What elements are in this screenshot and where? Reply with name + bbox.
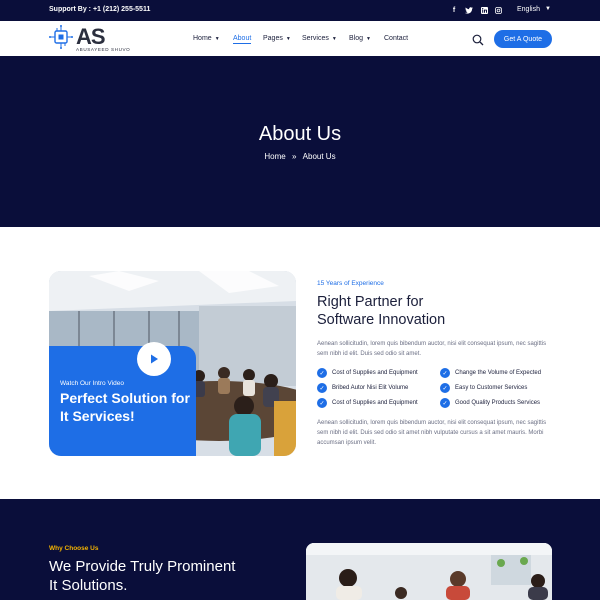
nav-item-home[interactable]: Home ▼ (193, 35, 220, 42)
team-office-illustration (306, 543, 552, 600)
logo-letters: AS (76, 25, 105, 49)
play-icon (151, 354, 158, 364)
video-card-title: Perfect Solution for It Services! (60, 390, 190, 424)
page-hero: About Us Home » About Us (0, 56, 600, 227)
feature-item: ✓ Cost of Supplies and Equipment (317, 368, 418, 378)
page-title: About Us (258, 123, 342, 145)
why-title-line: It Solutions. (49, 577, 128, 594)
breadcrumb-current: About Us (302, 152, 336, 161)
breadcrumb-separator: » (291, 152, 297, 161)
nav-item-label: About (233, 35, 252, 42)
nav-item-label: Pages (263, 35, 283, 42)
nav-item-services[interactable]: Services ▼ (302, 35, 337, 42)
section-heading-line: Right Partner for (317, 294, 424, 310)
facebook-icon[interactable]: f (449, 5, 459, 15)
check-icon: ✓ (440, 383, 450, 393)
breadcrumb: Home » About Us (0, 152, 600, 161)
feature-item: ✓ Cost of Supplies and Equipment (317, 398, 418, 408)
check-icon: ✓ (440, 398, 450, 408)
section-heading-line: Software Innovation (317, 312, 446, 328)
top-bar: Support By : +1 (212) 255-5511 f English… (0, 0, 600, 21)
check-icon: ✓ (317, 383, 327, 393)
why-choose-title: We Provide Truly Prominent It Solutions. (49, 557, 279, 595)
detail-paragraph: Aenean sollicitudin, lorem quis bibendum… (317, 420, 547, 446)
why-title-line: We Provide Truly Prominent (49, 558, 236, 575)
check-icon: ✓ (317, 368, 327, 378)
linkedin-icon[interactable] (479, 5, 489, 15)
feature-item: ✓ Change the Volume of Expected (440, 368, 541, 378)
nav-item-label: Contact (384, 35, 409, 42)
watch-video-label: Watch Our Intro Video (60, 380, 124, 387)
feature-label: Easy to Customer Services (455, 385, 528, 391)
nav-item-about[interactable]: About (233, 35, 252, 44)
feature-label: Change the Volume of Expected (455, 370, 542, 376)
feature-item: ✓ Bribed Autor Nisi Elit Volume (317, 383, 408, 393)
nav-item-pages[interactable]: Pages ▼ (263, 35, 291, 42)
nav-item-label: Services (302, 35, 329, 42)
twitter-icon[interactable] (464, 5, 474, 15)
instagram-icon[interactable] (493, 5, 503, 15)
feature-label: Cost of Supplies and Equipment (332, 370, 418, 376)
chevron-down-icon: ▼ (331, 36, 337, 42)
feature-item: ✓ Good Quality Products Services (440, 398, 540, 408)
circuit-logo-icon: AS ABUSAYEED SHUVO (49, 24, 130, 52)
breadcrumb-home-link[interactable]: Home (264, 152, 285, 161)
get-a-quote-button[interactable]: Get A Quote (494, 30, 552, 48)
logo-subtitle: ABUSAYEED SHUVO (76, 47, 130, 52)
experience-tag: 15 Years of Experience (317, 280, 384, 287)
feature-label: Good Quality Products Services (455, 400, 541, 406)
feature-item: ✓ Easy to Customer Services (440, 383, 527, 393)
intro-paragraph: Aenean sollicitudin, lorem quis bibendum… (317, 341, 547, 357)
check-icon: ✓ (440, 368, 450, 378)
main-navigation: AS ABUSAYEED SHUVO Home ▼ About Pages ▼ Se… (0, 21, 600, 56)
chevron-down-icon: ▼ (214, 36, 220, 42)
search-icon[interactable] (472, 33, 484, 46)
chevron-down-icon: ▼ (285, 36, 291, 42)
team-image (306, 543, 552, 600)
language-selector[interactable]: English (517, 6, 540, 13)
check-icon: ✓ (317, 398, 327, 408)
chevron-down-icon[interactable]: ▼ (545, 6, 551, 12)
nav-item-blog[interactable]: Blog ▼ (349, 35, 371, 42)
nav-item-label: Home (193, 35, 212, 42)
nav-item-contact[interactable]: Contact (384, 35, 408, 42)
section-heading: Right Partner for Software Innovation (317, 293, 517, 329)
why-choose-tag: Why Choose Us (49, 545, 99, 552)
site-logo[interactable]: AS ABUSAYEED SHUVO (49, 24, 139, 53)
support-phone: Support By : +1 (212) 255-5511 (49, 6, 151, 13)
feature-label: Cost of Supplies and Equipment (332, 400, 418, 406)
play-button[interactable] (137, 342, 171, 376)
nav-item-label: Blog (349, 35, 364, 42)
chevron-down-icon: ▼ (366, 36, 371, 42)
feature-label: Bribed Autor Nisi Elit Volume (332, 385, 409, 391)
